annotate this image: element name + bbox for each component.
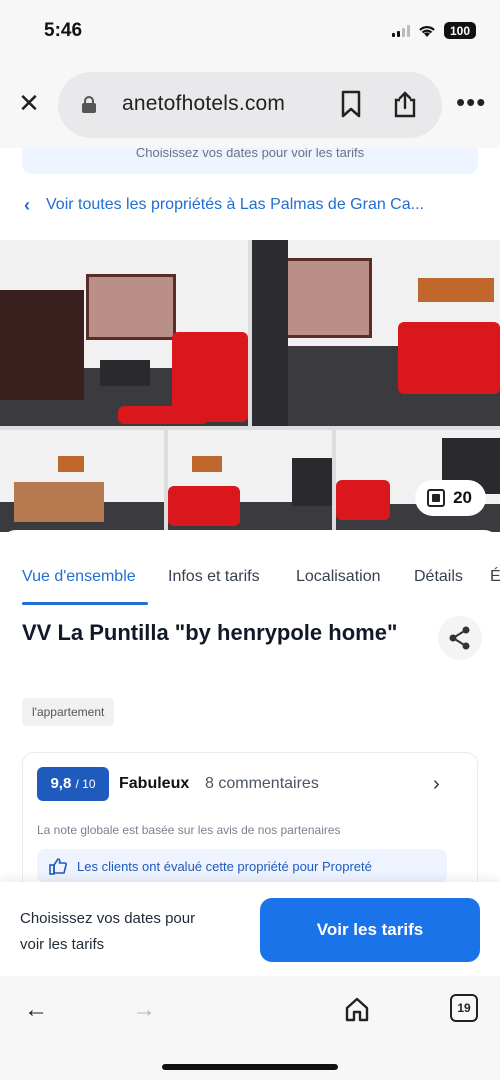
lock-icon: [82, 96, 96, 113]
photo-count: 20: [453, 488, 472, 507]
date-prompt-banner[interactable]: Choisissez vos dates pour voir les tarif…: [22, 148, 478, 174]
back-to-properties-link[interactable]: ‹ Voir toutes les propriétés à Las Palma…: [24, 192, 484, 218]
active-tab-indicator: [22, 602, 148, 605]
forward-arrow-icon[interactable]: →: [132, 996, 156, 1024]
price-cta-bar: Choisissez vos dates pour voir les tarif…: [0, 882, 500, 976]
property-type-badge: l'appartement: [22, 698, 115, 726]
photo-count-button[interactable]: 20: [415, 480, 486, 516]
tab-overview[interactable]: Vue d'ensemble: [22, 568, 136, 586]
see-prices-button[interactable]: Voir les tarifs: [260, 898, 480, 962]
status-icons: 100: [392, 22, 476, 39]
url-field[interactable]: anetofhotels.com: [58, 72, 442, 138]
review-count: 8 commentaires: [205, 775, 319, 792]
home-icon[interactable]: [344, 996, 370, 1022]
cellular-signal-icon: [392, 24, 410, 37]
thumbs-up-icon: [49, 858, 67, 875]
wifi-icon: [419, 25, 435, 37]
gallery-photo-3[interactable]: [0, 430, 164, 532]
gallery-icon: [427, 489, 446, 507]
tab-more[interactable]: É: [490, 568, 500, 586]
status-bar: 5:46 100: [0, 0, 500, 62]
tab-details[interactable]: Détails: [414, 568, 463, 586]
tabs-count-button[interactable]: 19: [450, 994, 478, 1022]
section-tabs: Vue d'ensemble Infos et tarifs Localisat…: [0, 548, 500, 605]
chevron-right-icon[interactable]: ›: [433, 773, 440, 796]
more-options-icon[interactable]: •••: [456, 89, 486, 115]
share-nodes-icon: [449, 626, 470, 650]
share-button[interactable]: [438, 616, 482, 660]
cleanliness-highlight: Les clients ont évalué cette propriété p…: [37, 849, 447, 883]
date-prompt-text: Choisissez vos dates pour voir les tarif…: [135, 148, 365, 160]
bookmark-icon[interactable]: [340, 90, 362, 118]
share-icon[interactable]: [392, 90, 418, 118]
browser-address-bar: ✕ anetofhotels.com •••: [0, 62, 500, 148]
tab-location[interactable]: Localisation: [296, 568, 381, 586]
rating-score: 9,8: [50, 775, 72, 792]
rating-note: La note globale est basée sur les avis d…: [37, 823, 341, 837]
rating-score-badge: 9,8 / 10: [37, 767, 109, 801]
back-arrow-icon[interactable]: ←: [24, 996, 48, 1024]
close-icon[interactable]: ✕: [16, 90, 42, 116]
cta-prompt-text: Choisissez vos dates pour voir les tarif…: [20, 910, 196, 953]
browser-toolbar: ← → 19: [0, 976, 500, 1080]
property-title: VV La Puntilla "by henrypole home": [22, 620, 398, 645]
chevron-left-icon: ‹: [24, 194, 30, 215]
gallery-photo-1[interactable]: [0, 240, 248, 426]
rating-scale: / 10: [75, 777, 96, 791]
url-text: anetofhotels.com: [122, 92, 286, 115]
cleanliness-highlight-text: Les clients ont évalué cette propriété p…: [77, 858, 372, 874]
rating-word: Fabuleux: [119, 775, 190, 792]
home-indicator: [162, 1064, 338, 1070]
property-details-sheet: Vue d'ensemble Infos et tarifs Localisat…: [0, 530, 500, 892]
gallery-photo-4[interactable]: [168, 430, 332, 532]
tab-info-prices[interactable]: Infos et tarifs: [168, 568, 260, 586]
gallery-photo-2[interactable]: [252, 240, 500, 426]
status-time: 5:46: [44, 20, 83, 41]
photo-gallery[interactable]: 20: [0, 240, 500, 532]
battery-icon: 100: [444, 22, 476, 39]
back-link-text: Voir toutes les propriétés à Las Palmas …: [46, 196, 424, 213]
rating-card[interactable]: 9,8 / 10 Fabuleux 8 commentaires › La no…: [22, 752, 478, 892]
